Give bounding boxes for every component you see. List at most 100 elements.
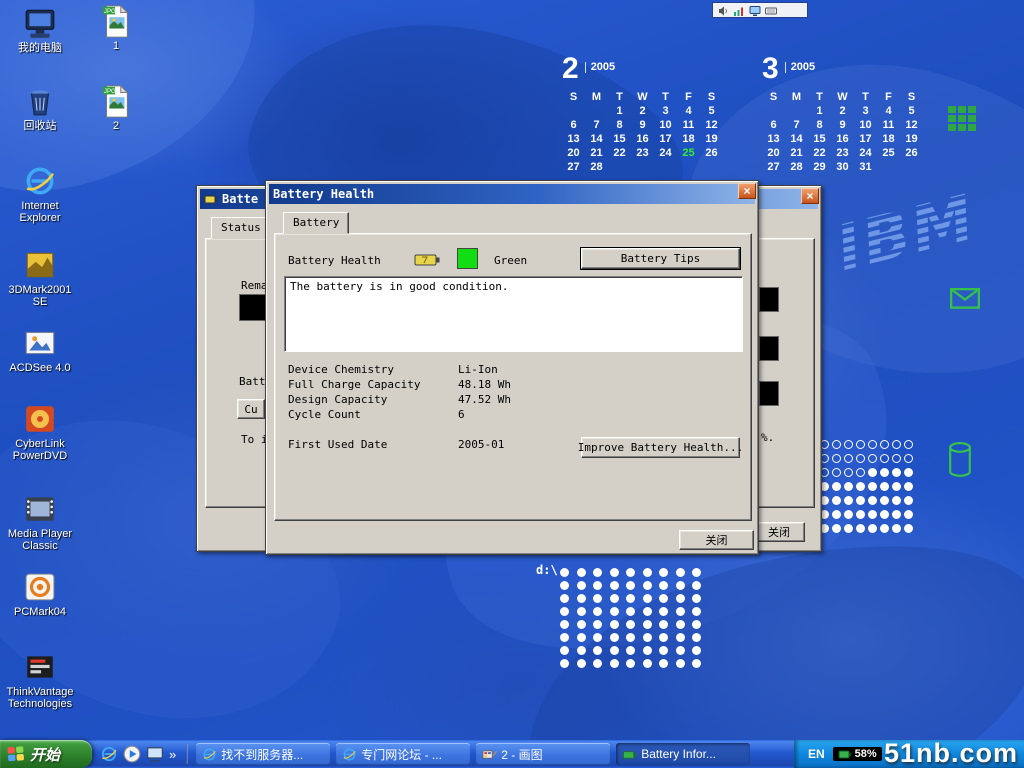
calendar-day-header: T	[854, 91, 877, 105]
calendar-day: 4	[877, 105, 900, 119]
dot	[610, 581, 619, 590]
dot	[692, 620, 701, 629]
desktop-icon-mpc[interactable]: Media Player Classic	[4, 492, 76, 552]
close-icon[interactable]: ×	[738, 183, 756, 199]
volume-up-icon[interactable]	[733, 4, 745, 16]
desktop-icon-threedmark[interactable]: 3DMark2001 SE	[4, 248, 76, 308]
calendar-day	[631, 161, 654, 175]
dot	[832, 454, 841, 463]
calendar-day: 20	[762, 147, 785, 161]
field-value: Li-Ion	[458, 363, 498, 376]
field-label: Device Chemistry	[288, 363, 394, 376]
taskbar-task-2[interactable]: 专门网论坛 - ...	[336, 743, 470, 765]
calendar-day: 10	[654, 119, 677, 133]
tray-battery-indicator[interactable]: 58%	[833, 747, 882, 761]
dot	[610, 607, 619, 616]
dot	[626, 594, 635, 603]
dot	[626, 581, 635, 590]
dot	[904, 510, 913, 519]
quicklaunch-ie-icon[interactable]	[100, 745, 118, 763]
speaker-icon[interactable]	[717, 4, 729, 16]
quicklaunch-media-player-icon[interactable]	[123, 745, 141, 763]
current-button[interactable]: Cu	[237, 399, 265, 419]
calendar-day-header: M	[585, 91, 608, 105]
calendar-day: 24	[854, 147, 877, 161]
dot	[676, 594, 685, 603]
desktop-icon-label: Media Player Classic	[4, 528, 76, 552]
dot	[626, 607, 635, 616]
calendar-day: 20	[562, 147, 585, 161]
language-indicator[interactable]: EN	[808, 747, 825, 761]
mpc-icon	[23, 492, 57, 526]
quicklaunch-show-desktop-icon[interactable]	[146, 745, 164, 763]
dot	[593, 620, 602, 629]
svg-text:JPG: JPG	[104, 8, 116, 15]
health-message-box[interactable]: The battery is in good condition.	[284, 276, 743, 352]
calendar-day: 16	[831, 133, 854, 147]
dot	[659, 646, 668, 655]
close-button[interactable]: 关闭	[753, 522, 805, 542]
desktop-icon-ie[interactable]: Internet Explorer	[4, 164, 76, 224]
calendar-day	[700, 161, 723, 175]
calendar-day: 19	[700, 133, 723, 147]
quicklaunch-chevron-icon[interactable]: »	[169, 747, 176, 762]
calendar-day: 24	[654, 147, 677, 161]
dot	[868, 482, 877, 491]
field-label: First Used Date	[288, 438, 387, 451]
my-computer-icon	[23, 6, 57, 40]
windows-flag-icon	[7, 745, 25, 763]
display-icon[interactable]	[749, 4, 761, 16]
calendar-day: 13	[762, 133, 785, 147]
taskbar-task-3[interactable]: 2 - 画图	[476, 743, 610, 765]
battery-tips-button[interactable]: Battery Tips	[581, 248, 740, 269]
taskbar-task-4[interactable]: Battery Infor...	[616, 743, 750, 765]
keyboard-icon[interactable]	[765, 4, 777, 16]
dot	[868, 454, 877, 463]
desktop: 22005SMTWTFS1234567891011121314151617181…	[0, 0, 1024, 740]
close-icon[interactable]: ×	[801, 188, 819, 204]
calendar-day	[762, 105, 785, 119]
desktop-icon-powerdvd[interactable]: CyberLink PowerDVD	[4, 402, 76, 462]
dot	[904, 454, 913, 463]
dot	[610, 594, 619, 603]
taskbar-task-1[interactable]: 找不到服务器...	[196, 743, 330, 765]
start-button[interactable]: 开始	[0, 740, 92, 768]
calendar-day-header: S	[762, 91, 785, 105]
dot	[832, 468, 841, 477]
file-icon-jpg[interactable]: JPG1	[84, 4, 148, 52]
field-label: Design Capacity	[288, 393, 387, 406]
calendar-day: 14	[585, 133, 608, 147]
dot	[610, 633, 619, 642]
calendar-month: 2	[562, 55, 579, 83]
dot	[832, 496, 841, 505]
file-icon-jpg[interactable]: JPG2	[84, 84, 148, 132]
dot	[880, 440, 889, 449]
quick-launch: »	[92, 745, 184, 763]
desktop-icon-thinkvantage[interactable]: ThinkVantage Technologies	[4, 650, 76, 710]
dot	[868, 524, 877, 533]
calendar-day	[562, 105, 585, 119]
field-label: Full Charge Capacity	[288, 378, 420, 391]
task-label: Battery Infor...	[641, 747, 716, 761]
tab-status[interactable]: Status	[211, 217, 271, 239]
taskbar-separator	[186, 744, 188, 764]
calendar-day: 21	[585, 147, 608, 161]
desktop-icon-recycle-bin[interactable]: 回收站	[4, 84, 76, 132]
improve-battery-health-button[interactable]: Improve Battery Health...	[581, 437, 740, 458]
calendar-day: 15	[808, 133, 831, 147]
dialog-titlebar[interactable]: Battery Health	[269, 184, 755, 204]
dot	[593, 594, 602, 603]
tab-battery[interactable]: Battery	[283, 212, 349, 234]
calendar-day: 28	[585, 161, 608, 175]
desktop-icon-label: Internet Explorer	[4, 200, 76, 224]
presentation-mini-toolbar[interactable]	[712, 2, 808, 18]
desktop-icon-pcmark[interactable]: PCMark04	[4, 570, 76, 618]
desktop-icon-acdsee[interactable]: ACDSee 4.0	[4, 326, 76, 374]
calendar-day-header: T	[608, 91, 631, 105]
close-button[interactable]: 关闭	[679, 530, 754, 550]
desktop-icon-my-computer[interactable]: 我的电脑	[4, 6, 76, 54]
dot	[892, 510, 901, 519]
calendar-day: 17	[854, 133, 877, 147]
dot	[643, 646, 652, 655]
wallpaper-dots-pattern	[560, 568, 709, 672]
